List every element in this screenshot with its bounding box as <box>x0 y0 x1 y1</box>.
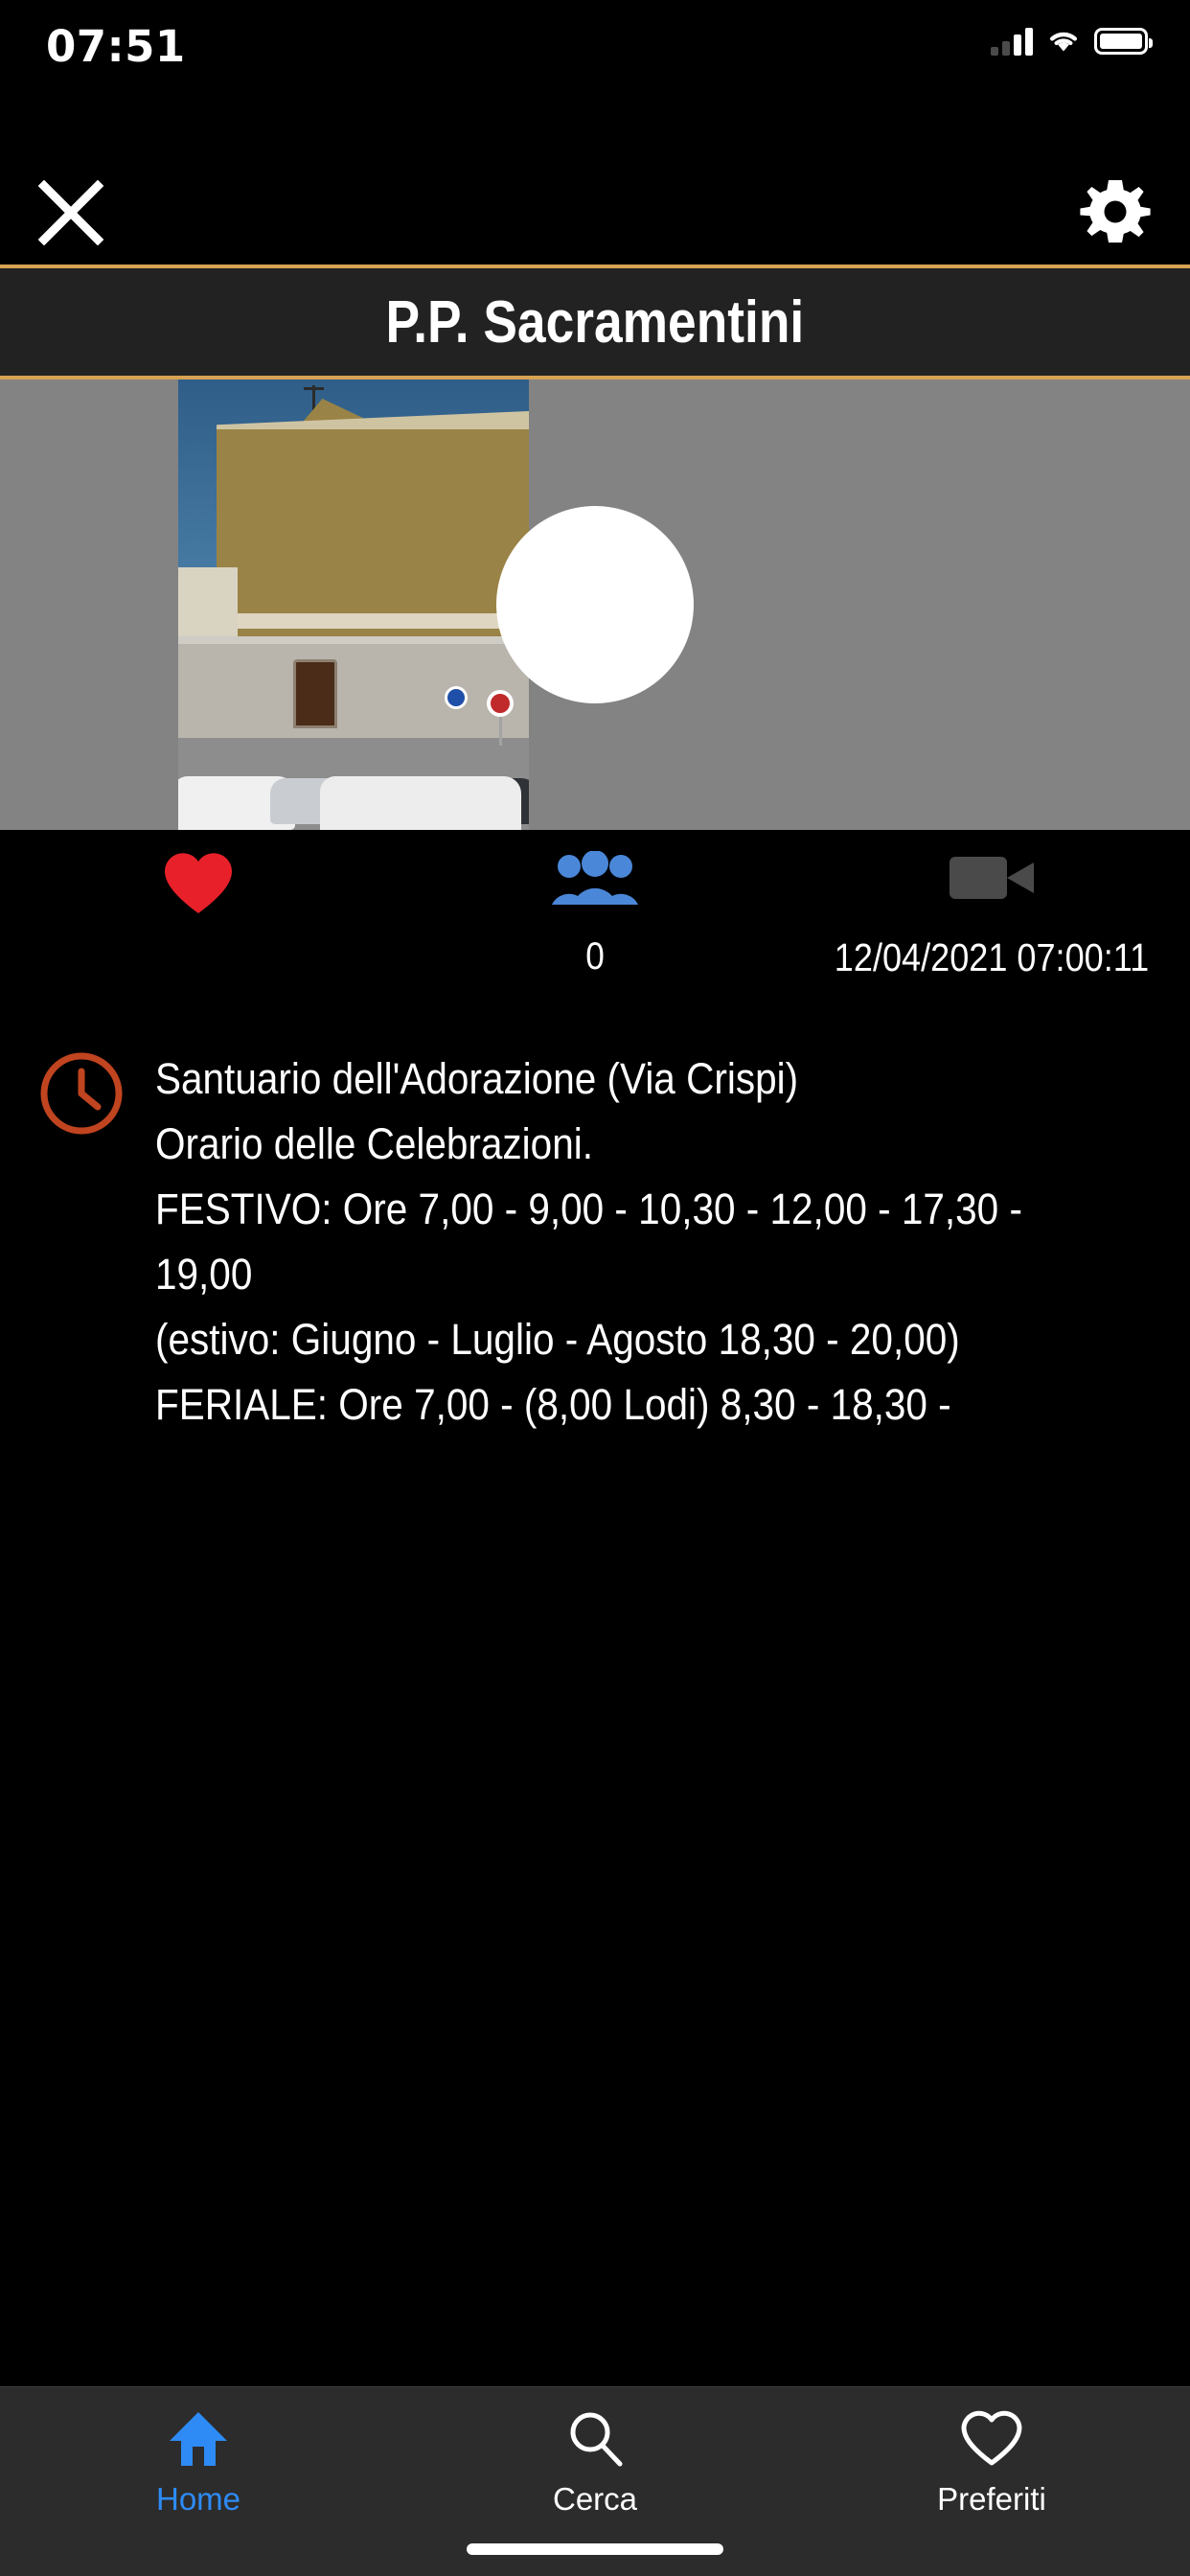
status-bar-clock: 07:51 <box>46 21 186 72</box>
page-title-bar: P.P. Sacramentini <box>0 268 1190 380</box>
parked-car <box>320 776 521 830</box>
schedule-text: Santuario dell'Adorazione (Via Crispi) O… <box>155 1054 1022 1429</box>
tab-search[interactable]: Cerca <box>397 2408 793 2518</box>
close-icon[interactable] <box>38 180 103 245</box>
tab-favorites-label: Preferiti <box>937 2481 1046 2517</box>
battery-icon <box>1094 28 1153 55</box>
heart-outline-icon <box>961 2410 1022 2466</box>
video-cell <box>793 851 1190 916</box>
gear-icon[interactable] <box>1077 176 1154 253</box>
tab-home-label: Home <box>155 2481 241 2517</box>
home-indicator[interactable] <box>467 2543 723 2555</box>
play-icon[interactable] <box>496 506 694 703</box>
viewers-count: 0 <box>585 935 605 978</box>
perimeter-wall <box>178 644 529 742</box>
tab-search-label: Cerca <box>552 2481 638 2517</box>
red-road-sign <box>487 690 514 717</box>
status-bar: 07:51 <box>0 0 1190 96</box>
blue-road-sign <box>445 686 468 709</box>
clock-icon <box>40 1052 123 1135</box>
sign-post <box>499 715 502 746</box>
page-title: P.P. Sacramentini <box>385 288 805 356</box>
viewers-cell <box>397 851 793 916</box>
video-camera-icon <box>950 851 1034 905</box>
tab-home[interactable]: Home <box>0 2408 397 2518</box>
stats-icon-row <box>0 851 1190 916</box>
schedule-section: Santuario dell'Adorazione (Via Crispi) O… <box>0 1022 1190 2386</box>
church-door <box>293 659 337 728</box>
favorite-value <box>24 935 373 980</box>
play-triangle <box>576 557 649 653</box>
home-icon <box>170 2412 227 2466</box>
recording-timestamp: 12/04/2021 07:00:11 <box>834 935 1150 979</box>
video-thumbnail[interactable] <box>0 380 1190 830</box>
people-icon <box>552 851 638 905</box>
search-icon <box>570 2412 623 2467</box>
status-bar-indicators <box>991 27 1153 56</box>
facade-band <box>217 613 529 629</box>
stats-row: 0 12/04/2021 07:00:11 <box>0 830 1190 1022</box>
wifi-icon <box>1050 32 1077 52</box>
favorite-cell[interactable] <box>0 851 397 916</box>
app-screen: 07:51 P.P. Sacramentini 0 12/04/2021 07:… <box>0 0 1190 2576</box>
tab-favorites[interactable]: Preferiti <box>793 2408 1190 2518</box>
video-still-image <box>178 380 529 830</box>
schedule-text-block: Santuario dell'Adorazione (Via Crispi) O… <box>155 1046 1157 2386</box>
cellular-signal-icon <box>991 27 1033 56</box>
stats-values-row: 0 12/04/2021 07:00:11 <box>0 935 1190 980</box>
top-action-bar <box>0 96 1190 268</box>
heart-filled-icon[interactable] <box>163 851 234 916</box>
